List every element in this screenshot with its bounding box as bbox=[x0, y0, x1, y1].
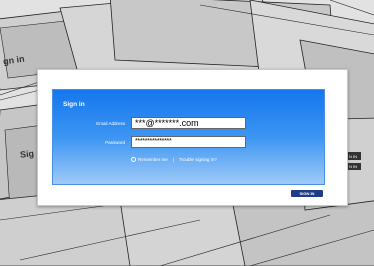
trouble-signing-in-link[interactable]: Trouble signing in? bbox=[179, 157, 217, 162]
dialog-title: Sign in bbox=[63, 101, 85, 108]
password-field[interactable]: *************** bbox=[131, 136, 246, 148]
signin-form-panel: Sign in Email Address ***@*******.com Pa… bbox=[52, 89, 325, 185]
separator: | bbox=[172, 157, 174, 162]
email-field[interactable]: ***@*******.com bbox=[131, 117, 246, 129]
bg-button-text-1: N IN bbox=[349, 154, 357, 159]
bg-button-text-2: N IN bbox=[349, 164, 357, 169]
remember-row: Remember me | Trouble signing in? bbox=[131, 157, 217, 162]
remember-me-label[interactable]: Remember me bbox=[138, 157, 168, 162]
email-label: Email Address bbox=[96, 121, 125, 126]
signin-dialog: Sign in Email Address ***@*******.com Pa… bbox=[37, 69, 348, 206]
background-sign-text: Sig bbox=[19, 148, 35, 160]
remember-me-radio[interactable] bbox=[131, 157, 136, 162]
sign-in-button[interactable]: SIGN IN bbox=[291, 190, 323, 197]
password-label: Password bbox=[105, 140, 125, 145]
